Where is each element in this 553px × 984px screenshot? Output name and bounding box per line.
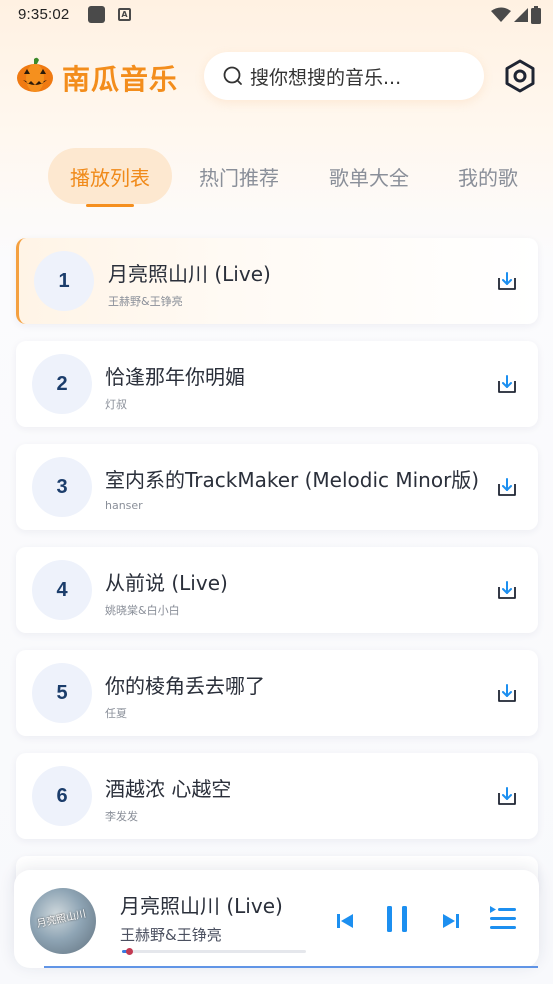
search-input[interactable]: 搜你想搜的音乐... — [204, 52, 484, 100]
song-row[interactable]: 6 酒越浓 心越空 李发发 — [16, 753, 538, 839]
song-number: 4 — [32, 560, 92, 620]
song-row[interactable]: 2 恰逢那年你明媚 灯叔 — [16, 341, 538, 427]
battery-icon — [531, 6, 541, 24]
player-divider — [44, 966, 538, 968]
song-list: 1 月亮照山川 (Live) 王赫野&王铮亮 2 恰逢那年你明媚 灯叔 3 室内… — [16, 238, 538, 896]
tab-my-songs[interactable]: 我的歌 — [446, 148, 532, 204]
download-icon[interactable] — [496, 476, 518, 498]
song-row[interactable]: 4 从前说 (Live) 姚晓棠&白小白 — [16, 547, 538, 633]
album-art-text: 月亮照山川 — [35, 908, 88, 931]
song-number: 2 — [32, 354, 92, 414]
progress-bar[interactable] — [122, 948, 306, 955]
active-tab-indicator — [86, 204, 134, 207]
song-row[interactable]: 5 你的棱角丢去哪了 任夏 — [16, 650, 538, 736]
status-bar: 9:35:02 A — [0, 0, 553, 30]
song-number: 6 — [32, 766, 92, 826]
song-artist: 李发发 — [105, 810, 138, 823]
song-title: 酒越浓 心越空 — [105, 777, 232, 801]
now-playing-artist: 王赫野&王铮亮 — [120, 926, 222, 944]
download-icon[interactable] — [496, 270, 518, 292]
tab-hot-recommend[interactable]: 热门推荐 — [182, 148, 296, 204]
song-artist: 王赫野&王铮亮 — [108, 295, 183, 308]
download-icon[interactable] — [496, 785, 518, 807]
category-tabs: 播放列表 热门推荐 歌单大全 我的歌 — [0, 148, 553, 212]
search-placeholder: 搜你想搜的音乐... — [250, 66, 402, 89]
download-icon[interactable] — [496, 579, 518, 601]
album-art[interactable]: 月亮照山川 — [30, 888, 96, 954]
signal-icon — [514, 8, 528, 22]
song-title: 月亮照山川 (Live) — [108, 262, 271, 286]
song-title: 恰逢那年你明媚 — [105, 365, 245, 389]
song-number: 3 — [32, 457, 92, 517]
song-number: 1 — [34, 251, 94, 311]
song-artist: hanser — [105, 499, 143, 512]
download-icon[interactable] — [496, 373, 518, 395]
song-title: 从前说 (Live) — [105, 571, 228, 595]
song-number: 5 — [32, 663, 92, 723]
song-title: 你的棱角丢去哪了 — [105, 674, 265, 698]
tab-playlist[interactable]: 播放列表 — [48, 148, 172, 204]
status-time: 9:35:02 — [18, 6, 70, 23]
now-playing-title: 月亮照山川 (Live) — [120, 894, 283, 918]
notification-icon — [88, 6, 105, 23]
mini-player[interactable]: 月亮照山川 月亮照山川 (Live) 王赫野&王铮亮 — [14, 870, 539, 968]
next-track-icon[interactable] — [440, 910, 462, 932]
song-artist: 灯叔 — [105, 398, 127, 411]
search-icon — [223, 66, 242, 85]
keyboard-icon: A — [118, 8, 131, 21]
status-icons — [491, 6, 541, 24]
song-title: 室内系的TrackMaker (Melodic Minor版) — [105, 468, 480, 492]
tab-playlist-collection[interactable]: 歌单大全 — [312, 148, 426, 204]
previous-track-icon[interactable] — [334, 910, 356, 932]
download-icon[interactable] — [496, 682, 518, 704]
settings-icon[interactable] — [502, 58, 538, 94]
pumpkin-logo-icon — [17, 57, 53, 92]
progress-knob[interactable] — [126, 948, 134, 955]
song-row-current[interactable]: 1 月亮照山川 (Live) 王赫野&王铮亮 — [16, 238, 538, 324]
song-artist: 姚晓棠&白小白 — [105, 604, 180, 617]
pause-icon[interactable] — [384, 904, 410, 934]
song-row[interactable]: 3 室内系的TrackMaker (Melodic Minor版) hanser — [16, 444, 538, 530]
app-title: 南瓜音乐 — [62, 63, 179, 96]
wifi-icon — [491, 7, 511, 22]
playlist-queue-icon[interactable] — [488, 904, 518, 934]
song-artist: 任夏 — [105, 707, 127, 720]
